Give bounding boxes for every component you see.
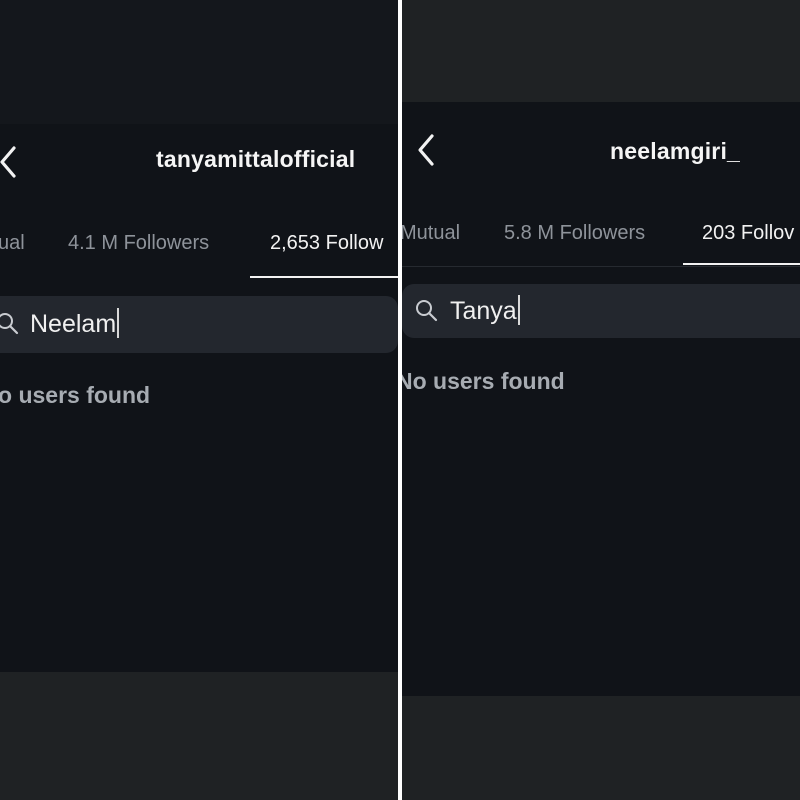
tab-mutual[interactable]: Mutual bbox=[402, 222, 460, 245]
search-icon bbox=[0, 313, 19, 335]
tab-following[interactable]: 2,653 Follow bbox=[270, 232, 383, 255]
tab-following[interactable]: 203 Follov bbox=[702, 222, 794, 245]
right-bottom-area bbox=[402, 696, 800, 800]
text-caret bbox=[117, 308, 120, 338]
search-query: Neelam bbox=[30, 310, 117, 338]
tab-bar-divider bbox=[402, 266, 800, 267]
no-results-message: No users found bbox=[402, 368, 565, 394]
profile-username: neelamgiri_ bbox=[610, 138, 741, 164]
tab-mutual[interactable]: ual bbox=[0, 232, 25, 255]
left-screenshot-panel: tanyamittalofficial ual 4.1 M Followers … bbox=[0, 0, 398, 800]
back-button[interactable] bbox=[412, 130, 442, 170]
right-following-screen: neelamgiri_ Mutual 5.8 M Followers 203 F… bbox=[402, 102, 800, 696]
tab-followers[interactable]: 4.1 M Followers bbox=[68, 232, 209, 255]
left-bottom-area bbox=[0, 672, 398, 800]
chevron-left-icon bbox=[418, 134, 434, 166]
right-screenshot-panel: neelamgiri_ Mutual 5.8 M Followers 203 F… bbox=[402, 0, 800, 800]
no-results-message: o users found bbox=[0, 382, 151, 408]
search-query: Tanya bbox=[450, 297, 517, 325]
chevron-left-icon bbox=[0, 146, 16, 178]
tab-followers[interactable]: 5.8 M Followers bbox=[504, 222, 645, 245]
left-following-screen: tanyamittalofficial ual 4.1 M Followers … bbox=[0, 124, 398, 672]
search-input[interactable]: Tanya bbox=[402, 284, 800, 338]
back-button[interactable] bbox=[0, 142, 24, 182]
search-input[interactable]: Neelam bbox=[0, 296, 398, 353]
active-tab-indicator bbox=[683, 263, 800, 265]
search-icon bbox=[416, 300, 438, 322]
profile-username: tanyamittalofficial bbox=[156, 146, 356, 172]
active-tab-indicator bbox=[250, 276, 398, 278]
text-caret bbox=[517, 295, 520, 325]
